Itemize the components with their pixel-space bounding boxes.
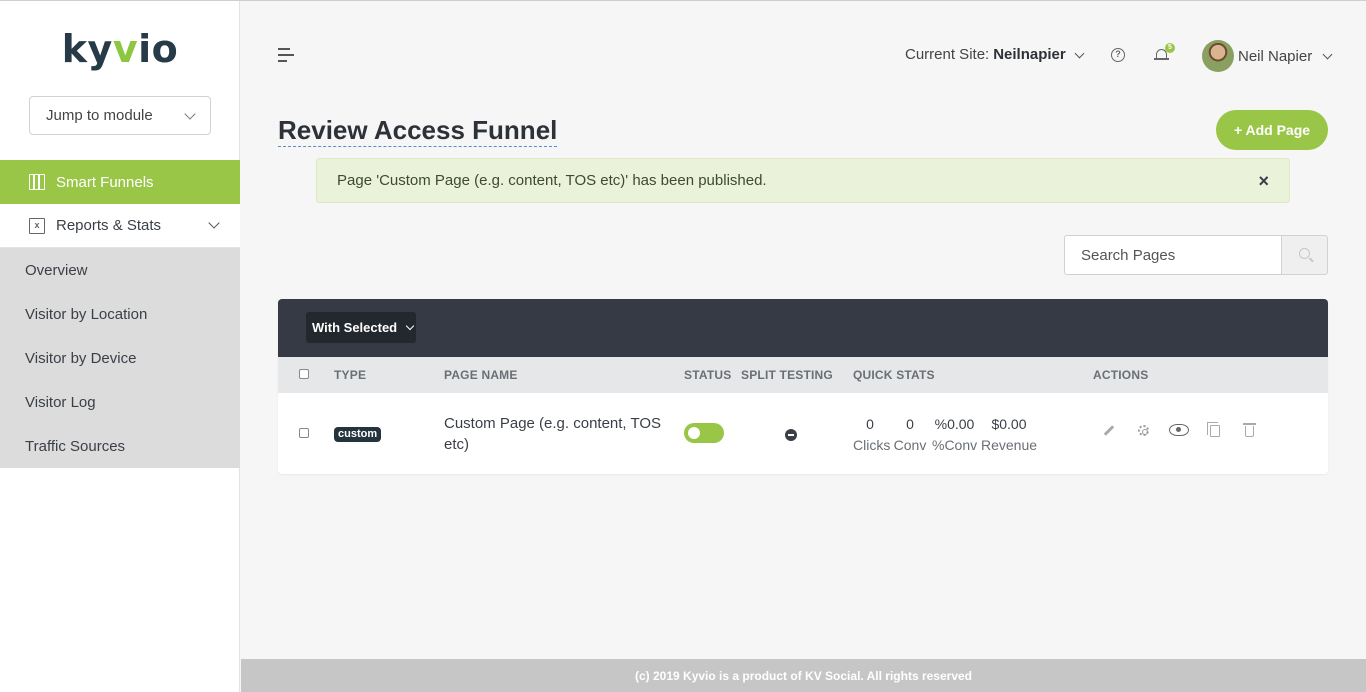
table-row: custom Custom Page (e.g. content, TOS et… — [278, 393, 1328, 474]
page-name[interactable]: Custom Page (e.g. content, TOS etc) — [444, 413, 664, 455]
sidebar-item-label: Smart Funnels — [56, 173, 154, 191]
column-header-quick-stats: QUICK STATS — [853, 368, 935, 382]
user-name: Neil Napier — [1238, 47, 1313, 65]
stat-conv: 0 Conv — [893, 416, 927, 453]
stat-revenue: $0.00 Revenue — [981, 416, 1038, 453]
column-header-page-name[interactable]: PAGE NAME — [444, 368, 518, 382]
search-icon — [1299, 248, 1310, 259]
page-type-badge: custom — [334, 427, 382, 442]
stat-clicks: 0 Clicks — [853, 416, 891, 453]
status-toggle[interactable] — [684, 423, 724, 443]
notification-count-badge: 5 — [1165, 43, 1175, 53]
reports-subnav: Overview Visitor by Location Visitor by … — [0, 248, 240, 468]
sidebar-item-visitor-by-device[interactable]: Visitor by Device — [0, 336, 240, 380]
spreadsheet-icon: x — [29, 217, 45, 234]
chevron-down-icon — [184, 107, 196, 120]
footer: (c) 2019 Kyvio is a product of KV Social… — [241, 659, 1366, 692]
sidebar: kyvio Jump to module Smart Funnels x Rep… — [0, 1, 240, 692]
chevron-down-icon — [208, 217, 220, 229]
table-toolbar: With Selected — [278, 299, 1328, 357]
sidebar-item-traffic-sources[interactable]: Traffic Sources — [0, 424, 240, 468]
current-site-value: Neilnapier — [993, 46, 1066, 63]
search-input[interactable] — [1064, 235, 1281, 275]
column-header-split-testing[interactable]: SPLIT TESTING — [741, 368, 833, 382]
chevron-down-icon — [1322, 49, 1333, 60]
with-selected-label: With Selected — [312, 320, 398, 335]
search-button[interactable] — [1281, 235, 1328, 275]
edit-pencil-icon[interactable] — [1103, 425, 1115, 436]
avatar — [1202, 40, 1234, 72]
menu-toggle-icon[interactable] — [278, 48, 294, 62]
current-site-label: Current Site: — [905, 46, 990, 63]
with-selected-dropdown[interactable]: With Selected — [306, 312, 416, 343]
split-testing-disabled-icon[interactable] — [785, 429, 797, 441]
row-checkbox[interactable] — [299, 428, 309, 438]
notifications-bell-icon[interactable]: 5 — [1154, 43, 1175, 62]
column-header-actions: ACTIONS — [1093, 368, 1149, 382]
search-pages — [1064, 235, 1328, 275]
help-icon[interactable]: ? — [1111, 48, 1125, 62]
jump-to-module-select[interactable]: Jump to module — [29, 96, 211, 135]
page-title[interactable]: Review Access Funnel — [278, 115, 558, 147]
footer-text: (c) 2019 Kyvio is a product of KV Social… — [635, 669, 972, 683]
jump-to-module-label: Jump to module — [46, 107, 153, 124]
sidebar-item-overview[interactable]: Overview — [0, 248, 240, 292]
sidebar-item-visitor-log[interactable]: Visitor Log — [0, 380, 240, 424]
duplicate-copy-icon[interactable] — [1207, 422, 1220, 437]
settings-gear-icon[interactable] — [1138, 425, 1149, 436]
column-header-type[interactable]: TYPE — [334, 368, 366, 382]
delete-trash-icon[interactable] — [1243, 423, 1256, 437]
column-header-status[interactable]: STATUS — [684, 368, 731, 382]
chevron-down-icon — [1074, 48, 1085, 58]
kyvio-logo[interactable]: kyvio — [0, 27, 240, 71]
pages-table: With Selected TYPE PAGE NAME STATUS SPLI… — [278, 299, 1328, 474]
add-page-button[interactable]: + Add Page — [1216, 110, 1328, 150]
map-icon — [29, 174, 45, 190]
success-alert: Page 'Custom Page (e.g. content, TOS etc… — [316, 158, 1290, 203]
close-icon[interactable]: × — [1258, 172, 1269, 190]
sidebar-item-visitor-by-location[interactable]: Visitor by Location — [0, 292, 240, 336]
preview-eye-icon[interactable] — [1169, 424, 1189, 436]
table-header: TYPE PAGE NAME STATUS SPLIT TESTING QUIC… — [278, 357, 1328, 393]
current-site-select[interactable]: Current Site: Neilnapier — [905, 46, 1085, 63]
stat-conv-rate: %0.00 %Conv — [932, 416, 978, 453]
select-all-checkbox[interactable] — [299, 369, 309, 379]
sidebar-item-reports-stats[interactable]: x Reports & Stats — [0, 204, 240, 248]
alert-message: Page 'Custom Page (e.g. content, TOS etc… — [337, 172, 767, 189]
user-menu[interactable]: Neil Napier — [1202, 40, 1333, 72]
sidebar-item-smart-funnels[interactable]: Smart Funnels — [0, 160, 240, 204]
chevron-down-icon — [405, 321, 415, 331]
sidebar-item-label: Reports & Stats — [56, 217, 162, 234]
